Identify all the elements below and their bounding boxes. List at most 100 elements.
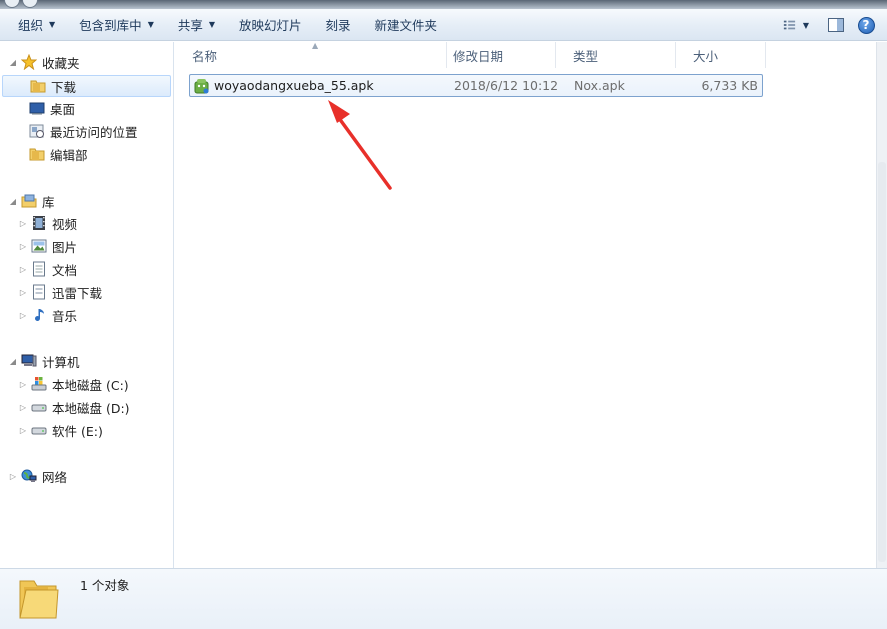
expand-arrow-icon[interactable]: ▷ (18, 265, 28, 274)
drive-icon (30, 399, 48, 415)
scrollbar-thumb[interactable] (878, 162, 886, 562)
expand-arrow-icon[interactable]: ▷ (18, 242, 28, 251)
view-list-icon (783, 20, 796, 30)
organize-button[interactable]: 组织 ▼ (9, 13, 64, 37)
expand-arrow-icon[interactable]: ▷ (18, 311, 28, 320)
nav-network-label: 网络 (42, 469, 68, 485)
file-size: 6,733 KB (701, 78, 758, 93)
nav-item-thunder-downloads[interactable]: ▷ 迅雷下载 (18, 281, 102, 303)
navigation-pane: ◢ 收藏夹 下载 桌面 最近访问的位置 编辑部 ◢ 库 ▷ 视频 ▷ 图片 ▷ … (0, 42, 174, 568)
expand-arrow-icon[interactable]: ▷ (18, 426, 28, 435)
include-in-library-label: 包含到库中 (79, 18, 142, 33)
nav-item-videos[interactable]: ▷ 视频 (18, 212, 77, 234)
documents-icon (30, 261, 48, 277)
chevron-down-icon: ▼ (147, 20, 154, 29)
nav-item-recent-places[interactable]: 最近访问的位置 (28, 120, 138, 142)
annotation-arrow-icon (328, 100, 392, 190)
view-options-button[interactable]: ▼ (783, 13, 809, 37)
nav-item-documents[interactable]: ▷ 文档 (18, 258, 77, 280)
expand-arrow-icon[interactable]: ▷ (18, 380, 28, 389)
file-type: Nox.apk (574, 78, 625, 93)
nav-item-drive-e[interactable]: ▷ 软件 (E:) (18, 419, 103, 441)
back-button[interactable] (4, 0, 20, 8)
nav-item-desktop[interactable]: 桌面 (28, 97, 75, 119)
nav-item-drive-c[interactable]: ▷ 本地磁盘 (C:) (18, 373, 129, 395)
new-folder-button[interactable]: 新建文件夹 (366, 13, 447, 37)
expand-arrow-icon[interactable]: ▷ (18, 403, 28, 412)
folder-icon (28, 146, 46, 162)
nav-item-label: 编辑部 (50, 147, 88, 163)
nav-favorites-label: 收藏夹 (42, 55, 80, 71)
command-bar: 组织 ▼ 包含到库中 ▼ 共享 ▼ 放映幻灯片 刻录 新建文件夹 ▼ ? (0, 9, 887, 41)
column-header-size[interactable]: 大小 (676, 42, 766, 68)
share-button[interactable]: 共享 ▼ (169, 13, 224, 37)
nav-item-label: 文档 (52, 262, 78, 278)
nav-item-label: 最近访问的位置 (50, 124, 138, 140)
nav-item-downloads[interactable]: 下载 (2, 75, 171, 97)
forward-button[interactable] (22, 0, 38, 8)
column-header-type[interactable]: 类型 (556, 42, 676, 68)
nav-item-label: 本地磁盘 (D:) (52, 400, 130, 416)
network-icon (20, 468, 38, 484)
nav-network[interactable]: ▷ 网络 (8, 465, 67, 487)
expand-arrow-icon[interactable]: ▷ (18, 288, 28, 297)
nav-item-drive-d[interactable]: ▷ 本地磁盘 (D:) (18, 396, 130, 418)
nav-item-editorial[interactable]: 编辑部 (28, 143, 88, 165)
nav-computer-label: 计算机 (42, 354, 80, 370)
file-name: woyaodangxueba_55.apk (214, 78, 374, 93)
details-pane: 1 个对象 (0, 568, 887, 629)
nav-item-pictures[interactable]: ▷ 图片 (18, 235, 77, 257)
expand-arrow-icon[interactable]: ◢ (8, 197, 18, 206)
download-library-icon (30, 284, 48, 300)
burn-button[interactable]: 刻录 (317, 13, 360, 37)
expand-arrow-icon[interactable]: ▷ (8, 472, 18, 481)
window-title-strip (0, 0, 887, 9)
pictures-icon (30, 238, 48, 254)
chevron-down-icon: ▼ (802, 20, 809, 30)
star-icon (20, 54, 38, 70)
nav-item-label: 下载 (51, 79, 77, 95)
share-label: 共享 (177, 18, 203, 33)
system-drive-icon (30, 376, 48, 392)
column-header-modified[interactable]: 修改日期 (436, 42, 556, 68)
nav-item-label: 软件 (E:) (52, 423, 103, 439)
nav-computer[interactable]: ◢ 计算机 (8, 350, 80, 372)
chevron-down-icon: ▼ (208, 20, 216, 29)
file-row[interactable]: woyaodangxueba_55.apk 2018/6/12 10:12 No… (189, 74, 763, 97)
nav-item-label: 迅雷下载 (52, 285, 103, 301)
folder-icon (16, 575, 60, 624)
help-button[interactable]: ? (853, 13, 879, 37)
folder-icon (29, 78, 47, 94)
preview-pane-icon (828, 18, 844, 32)
computer-icon (20, 353, 38, 369)
file-modified: 2018/6/12 10:12 (454, 78, 559, 93)
file-list-pane: ▲ 名称 修改日期 类型 大小 woyaodangxueba_55.apk 20… (175, 41, 876, 568)
video-icon (30, 215, 48, 231)
include-in-library-button[interactable]: 包含到库中 ▼ (70, 13, 163, 37)
expand-arrow-icon[interactable]: ◢ (8, 58, 18, 67)
nav-item-label: 桌面 (50, 101, 76, 117)
nav-libraries[interactable]: ◢ 库 (8, 190, 55, 212)
library-icon (20, 193, 38, 209)
expand-arrow-icon[interactable]: ◢ (8, 357, 18, 366)
music-icon (30, 307, 48, 323)
nav-item-label: 图片 (52, 239, 78, 255)
nav-item-label: 本地磁盘 (C:) (52, 377, 129, 393)
slideshow-button[interactable]: 放映幻灯片 (230, 13, 311, 37)
apk-file-icon (194, 78, 210, 94)
organize-label: 组织 (18, 18, 44, 33)
preview-pane-button[interactable] (823, 13, 849, 37)
expand-arrow-icon[interactable]: ▷ (18, 219, 28, 228)
help-icon: ? (857, 16, 875, 34)
desktop-icon (28, 100, 46, 116)
item-count: 1 个对象 (80, 578, 130, 593)
chevron-down-icon: ▼ (49, 20, 56, 29)
nav-item-music[interactable]: ▷ 音乐 (18, 304, 77, 326)
recent-places-icon (28, 123, 46, 139)
vertical-scrollbar[interactable] (876, 42, 887, 568)
drive-icon (30, 422, 48, 438)
nav-item-label: 音乐 (52, 308, 78, 324)
column-header-name[interactable]: 名称 (175, 42, 447, 68)
nav-item-label: 视频 (52, 216, 78, 232)
nav-favorites[interactable]: ◢ 收藏夹 (8, 51, 80, 73)
